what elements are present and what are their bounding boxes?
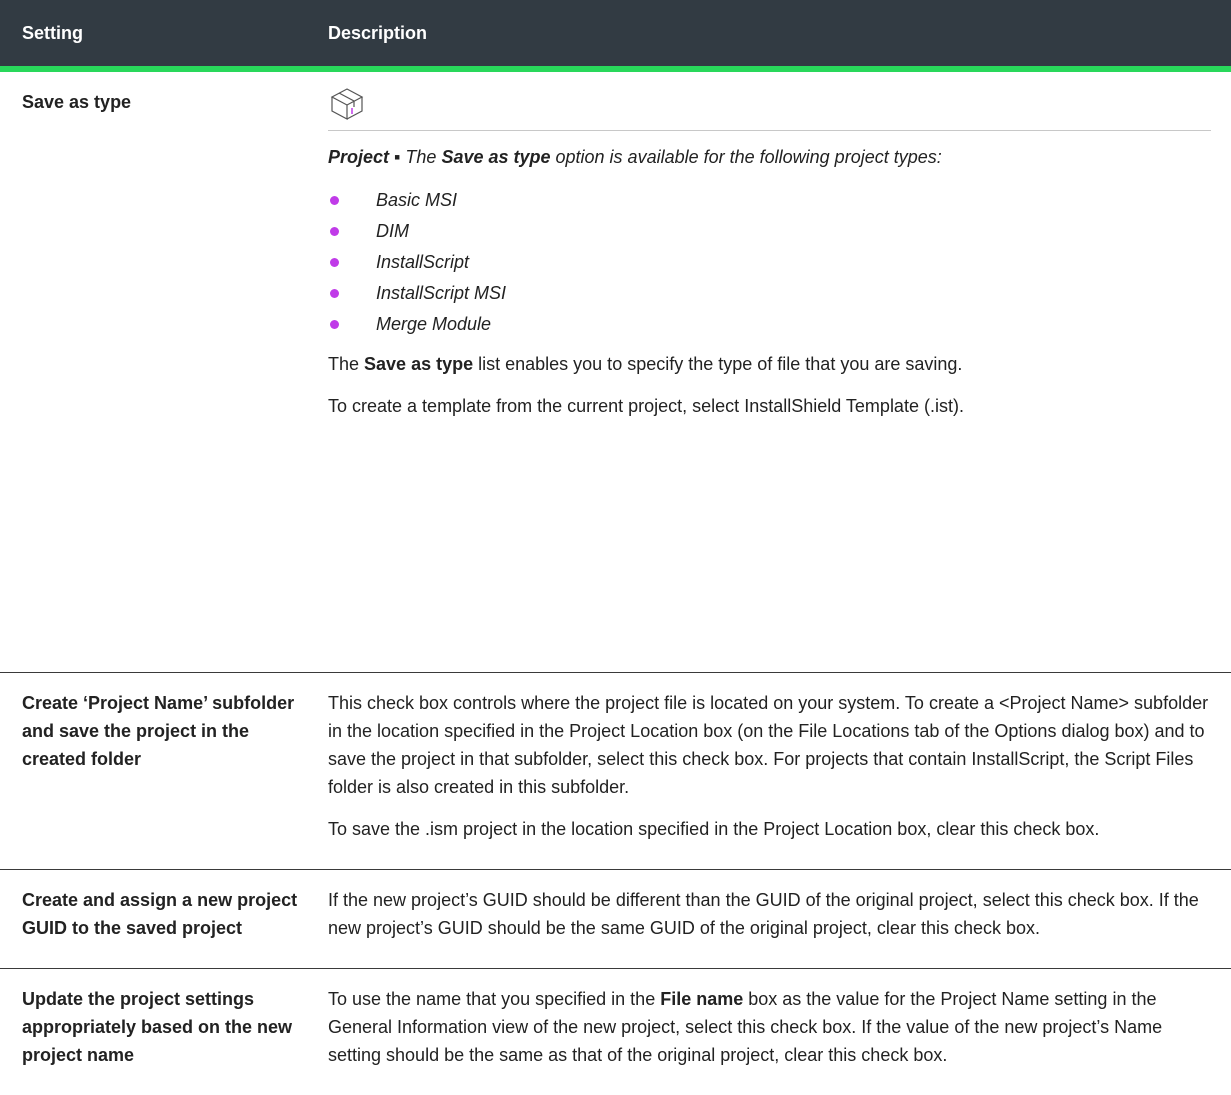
settings-table: Setting Description Save as type Project… [0, 0, 1231, 1095]
list-item: Basic MSI [328, 185, 1211, 216]
project-types-intro: Project ▪ The Save as type option is ava… [328, 147, 942, 167]
setting-description: Project ▪ The Save as type option is ava… [310, 69, 1231, 672]
setting-name: Create ‘Project Name’ subfolder and save… [22, 692, 295, 769]
description-paragraph: To create a template from the current pr… [328, 396, 964, 416]
table-row: Create and assign a new project GUID to … [0, 869, 1231, 968]
setting-name: Create and assign a new project GUID to … [22, 889, 298, 938]
bullet-icon [330, 320, 339, 329]
description-paragraph: The Save as type list enables you to spe… [328, 354, 963, 374]
bullet-icon [330, 289, 339, 298]
description-paragraph: To use the name that you specified in th… [328, 988, 1163, 1065]
setting-column-header: Setting [0, 0, 310, 72]
project-type-icon-bar [328, 86, 1211, 131]
description-column-header: Description [310, 0, 1231, 72]
package-box-icon [330, 88, 364, 120]
table-header-row: Setting Description [0, 0, 1231, 72]
description-paragraph: This check box controls where the projec… [328, 692, 1209, 797]
bullet-icon [330, 258, 339, 267]
setting-description: To use the name that you specified in th… [310, 968, 1231, 1095]
table-row: Update the project settings appropriatel… [0, 968, 1231, 1095]
setting-name: Update the project settings appropriatel… [22, 988, 293, 1065]
setting-description: This check box controls where the projec… [310, 672, 1231, 869]
setting-name: Save as type [22, 92, 132, 112]
table-row: Save as type Project ▪ The Save as type … [0, 69, 1231, 672]
project-types-list: Basic MSI DIM InstallScript InstallScrip… [328, 185, 1211, 340]
list-item: InstallScript MSI [328, 278, 1211, 309]
list-item: InstallScript [328, 247, 1211, 278]
table-row: Create ‘Project Name’ subfolder and save… [0, 672, 1231, 869]
bullet-icon [330, 227, 339, 236]
description-paragraph: To save the .ism project in the location… [328, 818, 1100, 839]
list-item: DIM [328, 216, 1211, 247]
description-paragraph: If the new project’s GUID should be diff… [328, 889, 1199, 938]
bullet-icon [330, 196, 339, 205]
setting-description: If the new project’s GUID should be diff… [310, 869, 1231, 968]
list-item: Merge Module [328, 309, 1211, 340]
